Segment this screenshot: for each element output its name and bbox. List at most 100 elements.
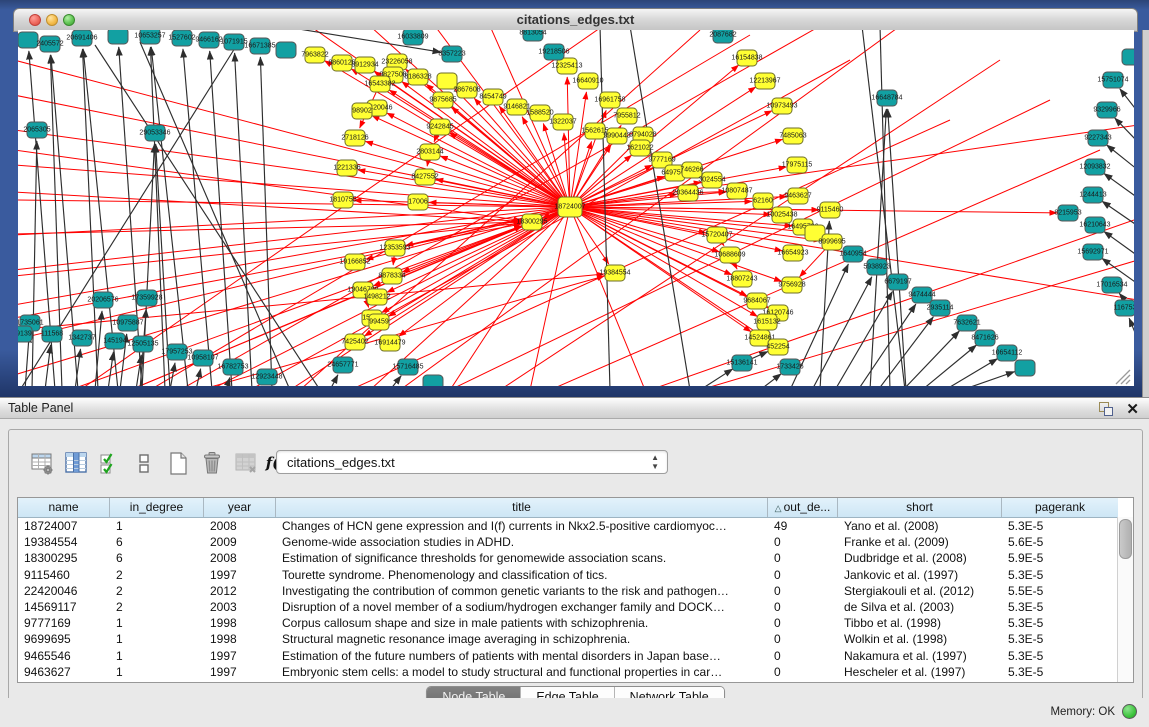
graph-node[interactable]: 10807487: [721, 183, 752, 199]
graph-edge[interactable]: [835, 292, 892, 386]
graph-node[interactable]: 8912934: [351, 57, 378, 73]
column-header-in_degree[interactable]: in_degree: [110, 498, 204, 517]
close-panel-icon[interactable]: ✕: [1126, 400, 1139, 418]
graph-edge[interactable]: [387, 113, 570, 207]
graph-edge[interactable]: [330, 375, 338, 386]
graph-node[interactable]: 15692971: [1077, 244, 1108, 260]
graph-node[interactable]: 10975887: [112, 315, 143, 331]
graph-node[interactable]: [1122, 49, 1134, 65]
graph-node[interactable]: 1640954: [839, 246, 866, 262]
delete-table-icon[interactable]: [233, 450, 260, 477]
graph-node[interactable]: 15716485: [392, 359, 423, 375]
graph-node[interactable]: 15136141: [726, 355, 757, 371]
graph-node[interactable]: 9875685: [429, 92, 456, 108]
graph-edge[interactable]: [760, 374, 781, 386]
graph-edge[interactable]: [650, 220, 1134, 386]
graph-edge[interactable]: [260, 57, 272, 386]
graph-node[interactable]: 18724007: [554, 197, 585, 217]
graph-edge[interactable]: [945, 359, 998, 386]
graph-node[interactable]: 1244413: [1079, 187, 1106, 203]
graph-node[interactable]: 8427552: [411, 169, 438, 185]
show-columns-icon[interactable]: [63, 450, 90, 477]
table-row[interactable]: 946362711997Embryonic stem cells: a mode…: [18, 664, 1118, 680]
graph-node[interactable]: 16648784: [871, 90, 902, 106]
graph-node[interactable]: 7963822: [301, 47, 328, 63]
graph-node[interactable]: 9463627: [784, 188, 811, 204]
graph-node[interactable]: 17975115: [782, 157, 813, 173]
graph-edge[interactable]: [235, 53, 252, 386]
graph-node[interactable]: 16671385: [244, 38, 275, 54]
graph-node[interactable]: 111568: [41, 326, 63, 342]
float-panel-icon[interactable]: [1099, 402, 1113, 416]
graph-edge[interactable]: [1104, 173, 1134, 198]
graph-node[interactable]: [1015, 360, 1035, 376]
select-all-icon[interactable]: [97, 450, 124, 477]
graph-edge[interactable]: [1120, 89, 1134, 112]
table-row[interactable]: 1456911722003Disruption of a novel membe…: [18, 599, 1118, 615]
graph-edge[interactable]: [530, 207, 570, 386]
graph-edge[interactable]: [1115, 118, 1134, 142]
graph-node[interactable]: 62160: [753, 193, 773, 209]
table-row[interactable]: 2242004622012Investigating the contribut…: [18, 583, 1118, 599]
graph-node[interactable]: 5938923: [863, 259, 890, 275]
graph-node[interactable]: 145194: [103, 333, 126, 349]
column-header-title[interactable]: title: [276, 498, 768, 517]
graph-node[interactable]: [423, 375, 443, 386]
graph-node[interactable]: 6679197: [884, 274, 911, 290]
graph-node[interactable]: 17016534: [1096, 277, 1127, 293]
graph-node[interactable]: 1621022: [626, 140, 653, 156]
graph-edge[interactable]: [151, 47, 188, 386]
graph-node[interactable]: 2803144: [416, 144, 443, 160]
graph-node[interactable]: 2065305: [23, 122, 50, 138]
collapsed-side-panel[interactable]: [1142, 30, 1149, 397]
graph-node[interactable]: [18, 32, 38, 48]
table-mode-icon[interactable]: [29, 450, 56, 477]
graph-edge[interactable]: [700, 369, 733, 386]
graph-node[interactable]: 10653257: [134, 30, 165, 44]
graph-edge[interactable]: [570, 92, 586, 207]
window-titlebar[interactable]: citations_edges.txt: [13, 8, 1138, 32]
graph-node[interactable]: 2718126: [341, 130, 368, 146]
graph-node[interactable]: 9227343: [1084, 130, 1111, 146]
graph-edge[interactable]: [32, 141, 37, 386]
graph-node[interactable]: 7485063: [779, 128, 806, 144]
graph-node[interactable]: [108, 30, 128, 44]
graph-edge[interactable]: [210, 51, 232, 386]
graph-node[interactable]: 8186328: [404, 69, 431, 85]
table-row[interactable]: 1938455462009Genome-wide association stu…: [18, 534, 1118, 550]
graph-node[interactable]: 16914479: [374, 335, 405, 351]
graph-edge[interactable]: [888, 109, 906, 386]
graph-node[interactable]: 9242845: [426, 119, 453, 135]
graph-edge[interactable]: [18, 222, 521, 234]
graph-edge[interactable]: [390, 376, 401, 386]
graph-edge[interactable]: [1107, 145, 1134, 170]
graph-node[interactable]: 7632621: [953, 315, 980, 331]
graph-edge[interactable]: [449, 133, 570, 207]
graph-edge[interactable]: [1129, 318, 1134, 340]
graph-node[interactable]: 9329966: [1093, 102, 1120, 118]
graph-node[interactable]: 1221336: [333, 160, 360, 176]
table-row[interactable]: 946554611997Estimation of the future num…: [18, 648, 1118, 664]
column-header-out_de[interactable]: △out_de...: [768, 498, 838, 517]
graph-edge[interactable]: [18, 60, 570, 207]
network-canvas[interactable]: 1872400718300295796382288601288912934232…: [18, 30, 1134, 386]
graph-node[interactable]: 16033809: [397, 30, 428, 45]
graph-node[interactable]: 1342737: [68, 330, 95, 346]
graph-node[interactable]: 9684067: [743, 293, 770, 309]
graph-node[interactable]: 8215953: [1054, 205, 1081, 221]
graph-node[interactable]: 12353593: [379, 240, 410, 256]
table-row[interactable]: 1830029562008Estimation of significance …: [18, 550, 1118, 566]
graph-edge[interactable]: [196, 369, 201, 386]
graph-node[interactable]: 1810755: [329, 192, 356, 208]
graph-node[interactable]: 2867608: [453, 82, 480, 98]
graph-node[interactable]: 20206576: [87, 292, 118, 308]
graph-node[interactable]: 8813054: [519, 30, 546, 41]
graph-node[interactable]: 99459: [369, 314, 389, 330]
graph-node[interactable]: 116753: [1114, 300, 1134, 316]
graph-node[interactable]: 452254: [766, 339, 789, 355]
graph-node[interactable]: 1733426: [776, 359, 803, 375]
graph-node[interactable]: 8999695: [818, 234, 845, 250]
column-header-year[interactable]: year: [204, 498, 276, 517]
graph-node[interactable]: 19384554: [599, 265, 630, 281]
graph-node[interactable]: 1615132: [753, 314, 780, 330]
